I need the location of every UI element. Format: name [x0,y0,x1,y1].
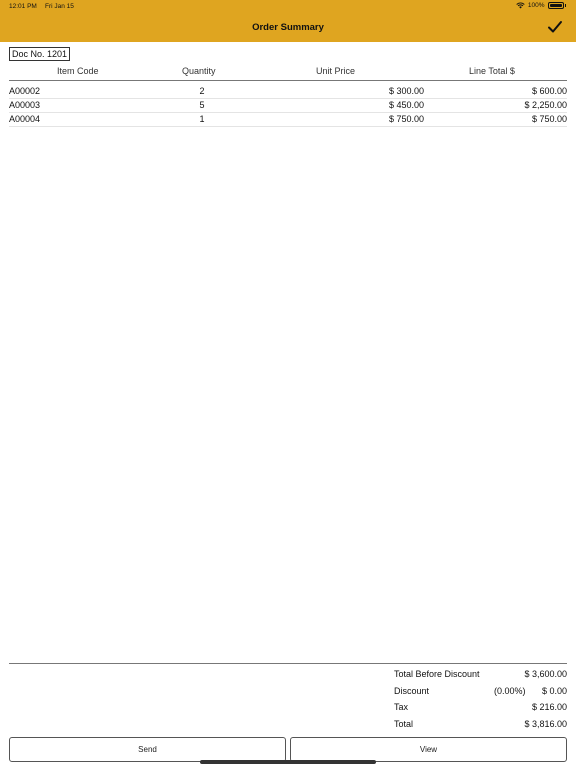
header-divider [9,80,567,81]
header-unit-price: Unit Price [316,66,356,76]
total-before-discount-label: Total Before Discount [394,669,480,679]
status-date: Fri Jan 15 [45,3,74,10]
send-button[interactable]: Send [9,737,286,762]
cell-item-code: A00002 [9,86,41,96]
doc-number: Doc No. 1201 [9,47,71,61]
table-row[interactable]: A00002 2 $ 300.00 $ 600.00 [9,85,567,99]
cell-line-total: $ 750.00 [531,114,567,124]
tax-value: $ 216.00 [531,702,567,712]
wifi-icon [516,2,525,9]
discount-label: Discount [394,686,430,696]
nav-bar: 12:01 PM Fri Jan 15 100% Order Summary [0,0,576,42]
cell-unit-price: $ 750.00 [388,114,424,124]
header-quantity: Quantity [182,66,216,76]
battery-fill [549,4,562,7]
total-value: $ 3,816.00 [524,719,567,729]
cell-item-code: A00004 [9,114,41,124]
view-button[interactable]: View [290,737,567,762]
discount-value: $ 0.00 [541,686,567,696]
checkmark-icon[interactable] [546,18,564,36]
status-indicators: 100% [516,2,566,9]
cell-line-total: $ 600.00 [531,86,567,96]
page-title: Order Summary [252,22,324,33]
order-lines: A00002 2 $ 300.00 $ 600.00 A00003 5 $ 45… [9,85,567,127]
header-line-total: Line Total $ [469,66,515,76]
battery-percent: 100% [527,2,545,9]
cell-unit-price: $ 450.00 [388,100,424,110]
battery-icon [547,2,564,9]
totals-divider [9,663,567,664]
header-item-code: Item Code [57,66,99,76]
tax-label: Tax [394,702,409,712]
total-before-discount-value: $ 3,600.00 [524,669,567,679]
status-bar: 12:01 PM Fri Jan 15 100% [0,0,576,14]
battery-tip [564,4,566,7]
cell-quantity: 1 [199,114,205,124]
cell-item-code: A00003 [9,100,41,110]
cell-line-total: $ 2,250.00 [524,100,567,110]
table-row[interactable]: A00004 1 $ 750.00 $ 750.00 [9,113,567,127]
cell-unit-price: $ 300.00 [388,86,424,96]
cell-quantity: 2 [199,86,205,96]
cell-quantity: 5 [199,100,205,110]
status-time: 12:01 PM [9,3,37,10]
total-label: Total [394,719,414,729]
discount-percent: (0.00%) [494,686,526,696]
home-indicator[interactable] [200,760,376,764]
table-row[interactable]: A00003 5 $ 450.00 $ 2,250.00 [9,99,567,113]
